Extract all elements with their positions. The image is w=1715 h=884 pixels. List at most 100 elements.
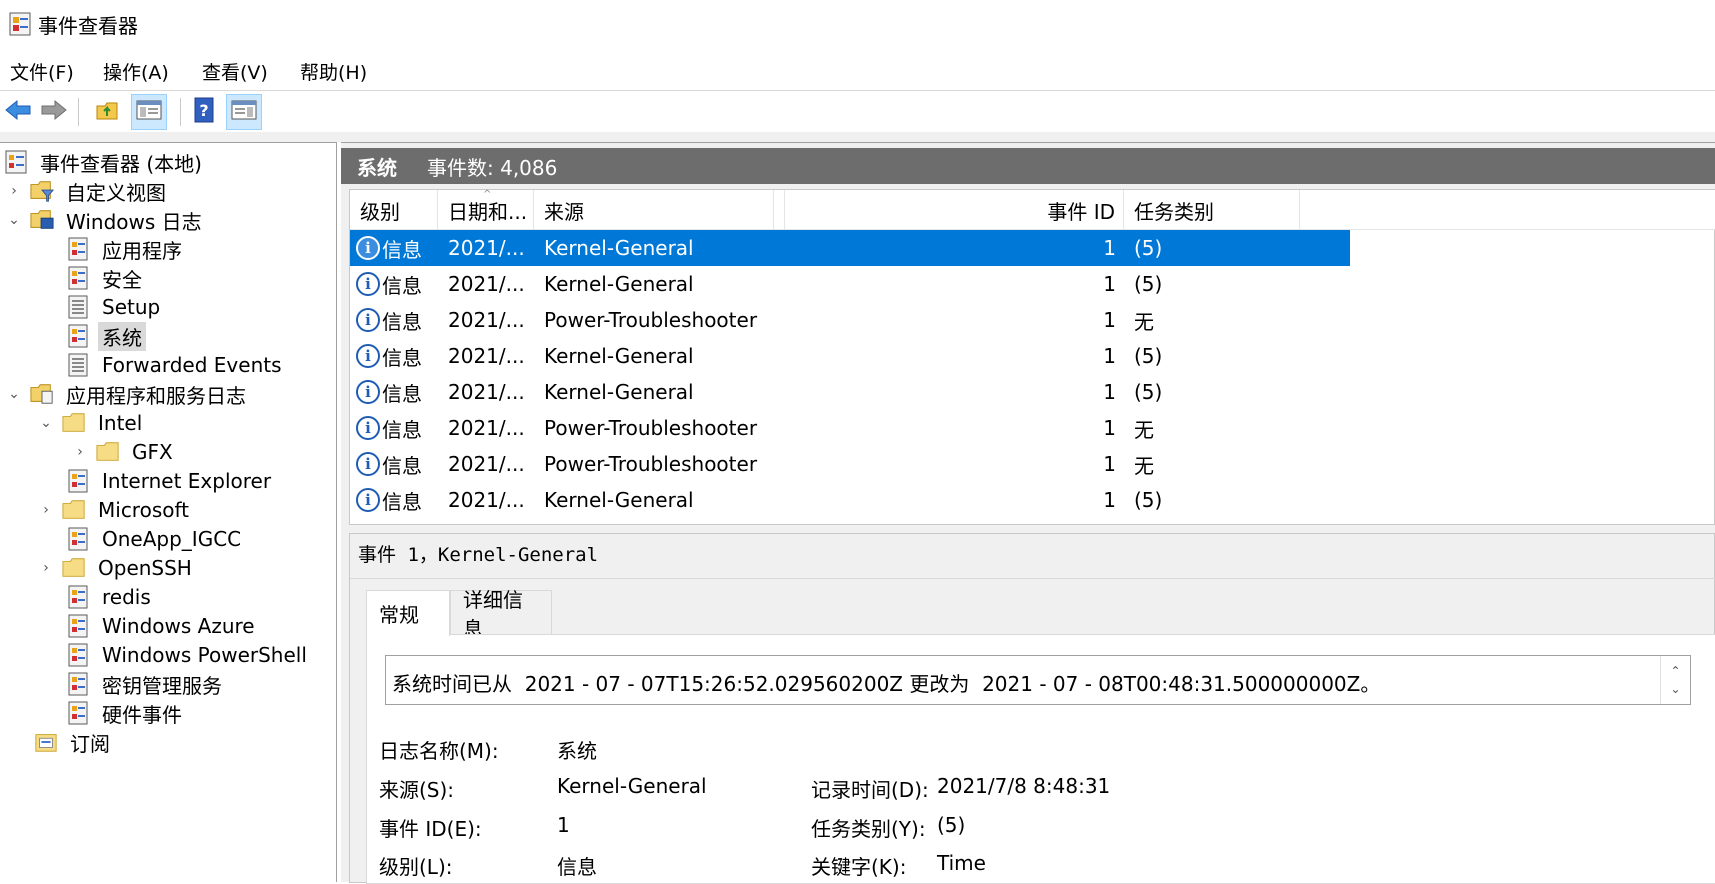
window-title: 事件查看器 [38,14,138,38]
tree-item-custom-views[interactable]: › 自定义视图 [6,176,170,206]
level-cell: i 信息 [356,410,434,446]
show-hide-tree-button[interactable] [131,94,167,130]
source-cell: Kernel-General [544,236,694,260]
tree-item-intel[interactable]: ⌄ Intel [38,408,146,438]
event-message-box[interactable]: 系统时间已从 2021 - 07 - 07T15:26:52.029560200… [385,655,1691,705]
show-hide-action-pane-button[interactable] [226,94,262,130]
tree-item-openssh[interactable]: › OpenSSH [38,553,196,583]
level-text: 信息 [382,489,422,514]
log-icon [66,614,90,638]
back-button[interactable] [0,94,36,130]
main-pane: 系统 事件数: 4,086 级别 日期和... ^ 来源 事件 ID 任务类别 … [341,142,1715,884]
source-value: Kernel-General [557,774,707,798]
event-id-value: 1 [557,813,570,837]
tree-item-security[interactable]: 安全 [66,263,146,293]
event-list-header: 级别 日期和... ^ 来源 事件 ID 任务类别 [350,189,1715,230]
category-cell: 无 [1134,453,1154,478]
forward-arrow-icon [40,99,68,126]
date-cell: 2021/... [448,236,525,260]
chevron-right-icon[interactable]: › [6,183,22,199]
back-arrow-icon [4,99,32,126]
menu-file[interactable]: 文件(F) [10,58,74,85]
category-cell: 无 [1134,309,1154,334]
tree-item-root[interactable]: 事件查看器 (本地) [4,147,206,177]
tree-item-application[interactable]: 应用程序 [66,234,186,264]
menu-action[interactable]: 操作(A) [103,58,169,85]
tree-item-windows-powershell[interactable]: Windows PowerShell [66,640,311,670]
chevron-down-icon[interactable]: ⌄ [6,386,22,402]
tree-item-label: 自定义视图 [66,180,166,205]
chevron-up-icon[interactable]: ⌃ [1670,664,1680,678]
info-icon: i [356,344,380,368]
tree-item-label: OneApp_IGCC [102,527,242,551]
chevron-right-icon[interactable]: › [38,560,54,576]
menu-help[interactable]: 帮助(H) [300,58,367,85]
menu-view[interactable]: 查看(V) [202,58,268,85]
column-header-source[interactable]: 来源 [534,190,774,230]
level-cell: i 信息 [356,338,434,374]
forward-button[interactable] [36,94,72,130]
column-header-level[interactable]: 级别 [350,190,438,230]
event-id-cell: 1 [1103,488,1116,512]
help-button[interactable]: ? [186,94,222,130]
tab-details[interactable]: 详细信息 [450,588,552,641]
date-cell: 2021/... [448,380,525,404]
event-detail-pane: 事件 1，Kernel-General 常规 详细信息 系统时间已从 2021 … [349,533,1715,884]
date-cell: 2021/... [448,488,525,512]
event-viewer-icon [8,11,32,42]
up-button[interactable] [90,94,126,130]
tree-item-gfx[interactable]: › GFX [72,437,177,467]
tree-item-internet-explorer[interactable]: Internet Explorer [66,466,275,496]
level-text: 信息 [382,453,422,478]
show-hide-tree-icon [136,99,162,126]
info-icon: i [356,452,380,476]
tree-item-system[interactable]: 系统 [66,321,146,351]
tree-item-subscriptions[interactable]: 订阅 [34,727,114,757]
tree-item-label: Setup [102,295,161,319]
log-title: 系统 [357,155,397,180]
tree-item-redis[interactable]: redis [66,582,155,612]
event-row[interactable]: i 信息 2021/... Power-Troubleshooter 1 无 [350,446,1350,482]
chevron-down-icon[interactable]: ⌄ [1670,682,1680,696]
event-row[interactable]: i 信息 2021/... Power-Troubleshooter 1 无 [350,302,1350,338]
level-cell: i 信息 [356,446,434,482]
column-header-task-category[interactable]: 任务类别 [1124,190,1300,230]
tree-item-key-management[interactable]: 密钥管理服务 [66,669,226,699]
column-header-event-id[interactable]: 事件 ID [774,190,1124,230]
chevron-down-icon[interactable]: ⌄ [38,415,54,431]
event-row[interactable]: i 信息 2021/... Kernel-General 1 (5) [350,482,1350,518]
tree-item-label: 安全 [102,267,142,292]
source-cell: Kernel-General [544,380,694,404]
tree-item-label: Forwarded Events [102,353,282,377]
event-id-cell: 1 [1103,272,1116,296]
level-cell: i 信息 [356,266,434,302]
tree-item-setup[interactable]: Setup [66,292,164,322]
level-text: 信息 [382,309,422,334]
tree-item-windows-logs[interactable]: ⌄ Windows 日志 [6,205,206,235]
tree-item-app-service-logs[interactable]: ⌄ 应用程序和服务日志 [6,379,250,409]
chevron-right-icon[interactable]: › [72,444,88,460]
chevron-down-icon[interactable]: ⌄ [6,212,22,228]
source-cell: Power-Troubleshooter [544,452,758,476]
message-scrollbar[interactable]: ⌃ ⌄ [1660,656,1690,704]
tree-item-forwarded-events[interactable]: Forwarded Events [66,350,286,380]
event-row[interactable]: i 信息 2021/... Power-Troubleshooter 1 无 [350,410,1350,446]
event-row[interactable]: i 信息 2021/... Kernel-General 1 (5) [350,230,1350,266]
log-name-label: 日志名称(M): [379,739,499,763]
event-detail-title: 事件 1，Kernel-General [358,544,599,566]
tree-item-hardware-events[interactable]: 硬件事件 [66,698,186,728]
tree-item-oneapp-igcc[interactable]: OneApp_IGCC [66,524,245,554]
info-icon: i [356,308,380,332]
tree-item-microsoft[interactable]: › Microsoft [38,495,193,525]
info-icon: i [356,272,380,296]
chevron-right-icon[interactable]: › [38,502,54,518]
event-list: 级别 日期和... ^ 来源 事件 ID 任务类别 i 信息 2021/... K… [349,189,1715,525]
event-row[interactable]: i 信息 2021/... Kernel-General 1 (5) [350,266,1350,302]
tree-item-windows-azure[interactable]: Windows Azure [66,611,259,641]
event-id-cell: 1 [1103,344,1116,368]
event-row[interactable]: i 信息 2021/... Kernel-General 1 (5) [350,338,1350,374]
tree-item-label: Windows 日志 [66,209,202,234]
event-row[interactable]: i 信息 2021/... Kernel-General 1 (5) [350,374,1350,410]
tab-general[interactable]: 常规 [366,590,450,636]
source-cell: Kernel-General [544,344,694,368]
